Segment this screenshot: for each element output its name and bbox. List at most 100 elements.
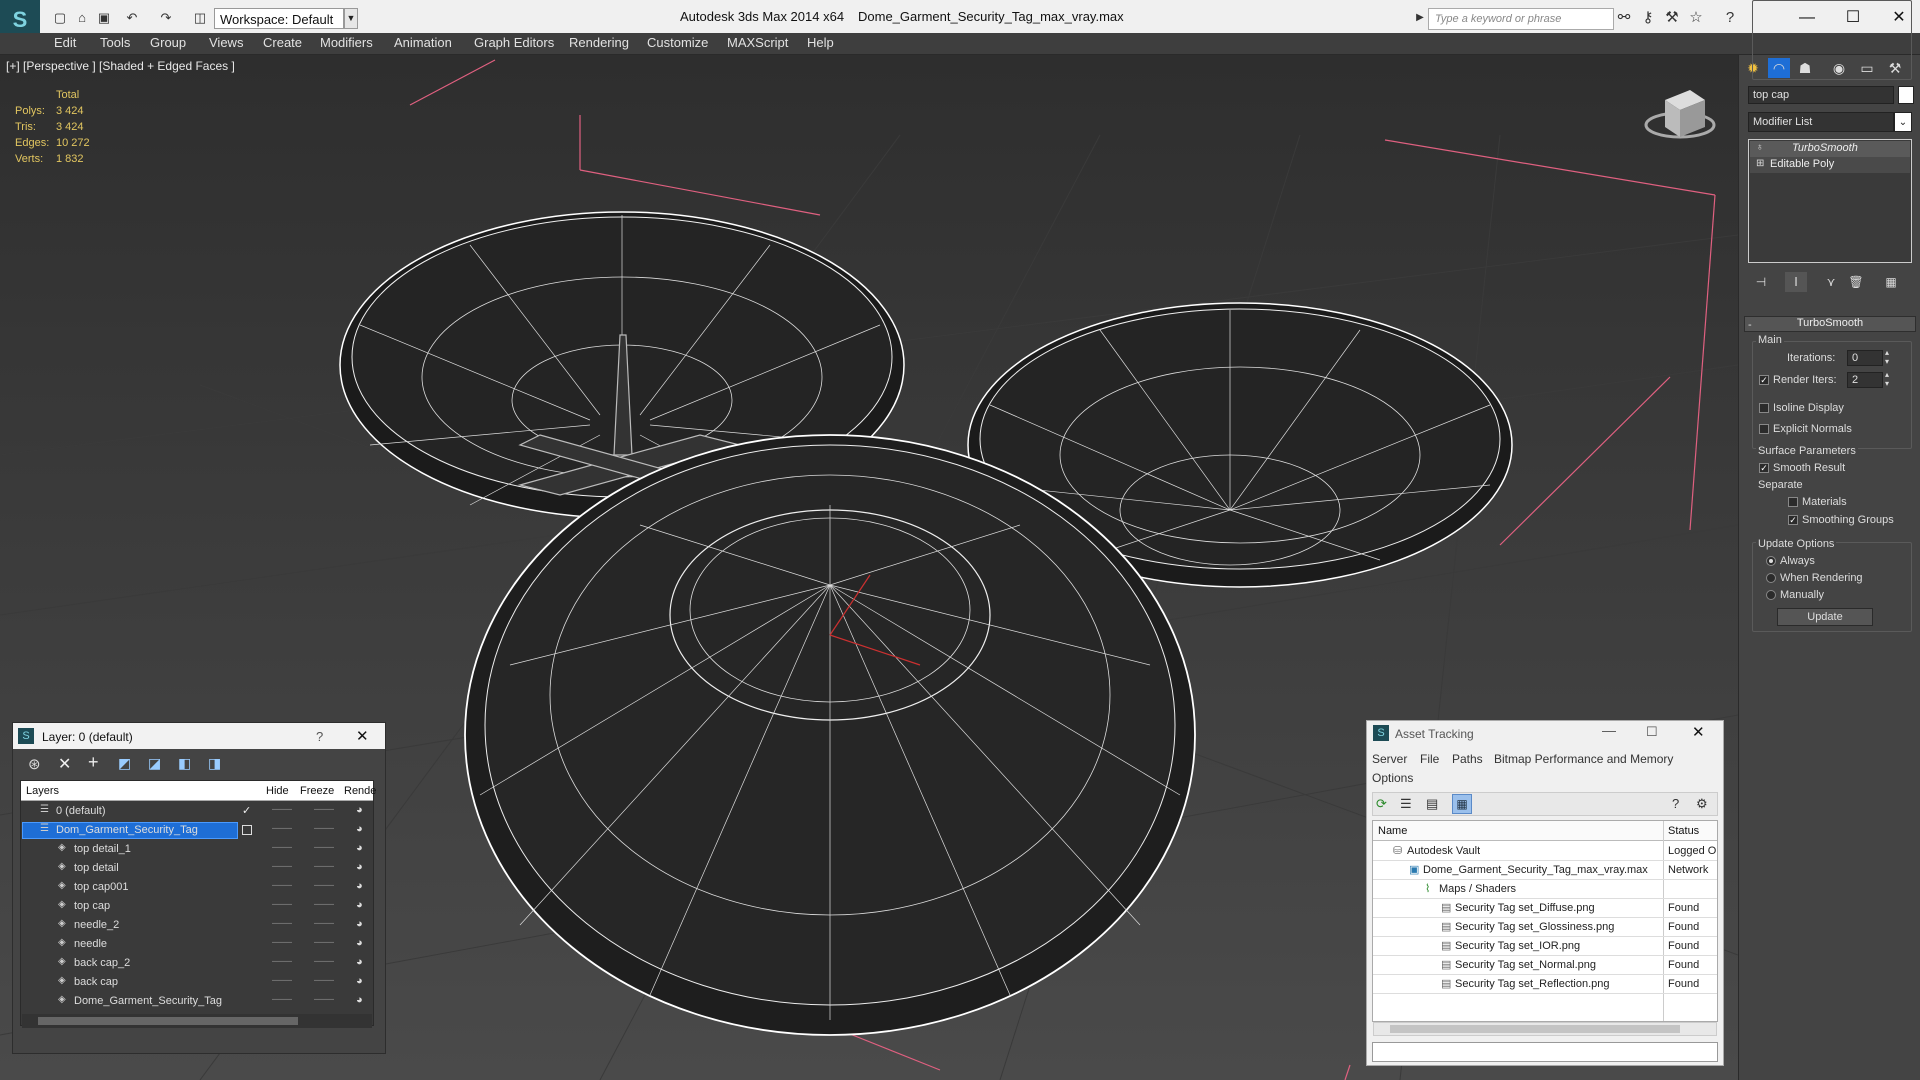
freeze-toggle[interactable]: —— xyxy=(314,899,334,910)
iterations-spinner[interactable]: 0 xyxy=(1847,350,1883,366)
modifier-list-dropdown[interactable]: Modifier List xyxy=(1748,112,1894,132)
layer-toolbar-add-icon[interactable]: ⊛ xyxy=(28,755,41,773)
remove-modifier-icon[interactable]: 🗑 xyxy=(1845,272,1867,292)
asset-menu-options[interactable]: Options xyxy=(1372,771,1413,785)
redo-icon[interactable]: ↷ xyxy=(156,9,176,27)
menu-rendering[interactable]: Rendering xyxy=(569,35,629,50)
freeze-toggle[interactable]: —— xyxy=(314,994,334,1005)
layer-row[interactable]: ◈ back cap —— —— ◕ xyxy=(22,973,372,992)
asset-row[interactable]: ⛁ Autodesk Vault Logged O xyxy=(1373,842,1717,861)
hide-toggle[interactable]: —— xyxy=(272,899,292,910)
render-toggle-icon[interactable]: ◕ xyxy=(356,823,363,835)
render-toggle-icon[interactable]: ◕ xyxy=(356,861,363,873)
help-icon[interactable]: ? xyxy=(1720,9,1740,27)
expand-arrow-icon[interactable]: ▶ xyxy=(1410,9,1430,27)
asset-row[interactable]: ▤ Security Tag set_Glossiness.png Found xyxy=(1373,918,1717,937)
hide-toggle[interactable]: —— xyxy=(272,804,292,815)
help-icon[interactable]: ? xyxy=(1672,796,1679,811)
lightbulb-icon[interactable]: ♁ xyxy=(1756,142,1764,153)
create-layer-icon[interactable]: + xyxy=(88,752,99,773)
key-icon[interactable]: ⚷ xyxy=(1638,9,1658,27)
highlight-layer-icon[interactable]: ◪ xyxy=(148,755,161,772)
layer-row[interactable]: ☰ 0 (default) ✓ —— —— ◕ xyxy=(22,802,372,821)
menu-tools[interactable]: Tools xyxy=(100,35,130,50)
freeze-toggle[interactable]: —— xyxy=(314,918,334,929)
asset-menu-paths[interactable]: Paths xyxy=(1452,752,1483,766)
asset-row[interactable]: ▤ Security Tag set_Diffuse.png Found xyxy=(1373,899,1717,918)
smoothing-groups-checkbox[interactable]: ✓ xyxy=(1788,515,1798,526)
new-file-icon[interactable]: ▢ xyxy=(50,9,70,27)
render-toggle-icon[interactable]: ◕ xyxy=(356,937,363,949)
chevron-down-icon[interactable]: ▼ xyxy=(344,8,358,29)
render-toggle-icon[interactable]: ◕ xyxy=(356,956,363,968)
save-icon[interactable]: ▣ xyxy=(94,9,114,27)
layer-row[interactable]: ◈ back cap_2 —— —— ◕ xyxy=(22,954,372,973)
smoothing-groups-row[interactable]: ✓ Smoothing Groups xyxy=(1788,514,1894,526)
spinner-arrows-icon[interactable]: ▴ ▾ xyxy=(1885,348,1889,366)
scrollbar-thumb[interactable] xyxy=(38,1017,298,1025)
chevron-down-icon[interactable]: ⌄ xyxy=(1894,112,1912,132)
close-icon[interactable]: ✕ xyxy=(1692,723,1705,741)
asset-row[interactable]: ▤ Security Tag set_Normal.png Found xyxy=(1373,956,1717,975)
render-toggle-icon[interactable]: ◕ xyxy=(356,918,363,930)
object-color-swatch[interactable] xyxy=(1898,86,1914,104)
minimize-icon[interactable]: — xyxy=(1602,722,1616,738)
tools-icon[interactable]: ⚒ xyxy=(1662,9,1682,27)
menu-help[interactable]: Help xyxy=(807,35,834,50)
render-toggle-icon[interactable]: ◕ xyxy=(356,899,363,911)
list-view-icon[interactable]: ☰ xyxy=(1400,796,1412,812)
isoline-checkbox[interactable] xyxy=(1759,403,1769,414)
settings-icon[interactable]: ⚙ xyxy=(1696,796,1708,812)
menu-views[interactable]: Views xyxy=(209,35,243,50)
rollout-collapse-icon[interactable]: - xyxy=(1748,319,1752,331)
freeze-all-layers-icon[interactable]: ◨ xyxy=(208,755,221,772)
when-rendering-row[interactable]: When Rendering xyxy=(1766,572,1863,584)
render-toggle-icon[interactable]: ◕ xyxy=(356,842,363,854)
hide-toggle[interactable]: —— xyxy=(272,937,292,948)
explicit-normals-row[interactable]: Explicit Normals xyxy=(1759,423,1852,435)
menu-group[interactable]: Group xyxy=(150,35,186,50)
maximize-icon[interactable]: ☐ xyxy=(1646,724,1658,740)
scrollbar-thumb[interactable] xyxy=(1390,1025,1680,1033)
hide-toggle[interactable]: —— xyxy=(272,975,292,986)
layer-row[interactable]: ◈ needle —— —— ◕ xyxy=(22,935,372,954)
workspace-dropdown[interactable]: Workspace: Default xyxy=(214,8,344,29)
name-column-header[interactable]: Name xyxy=(1378,825,1407,837)
freeze-toggle[interactable]: —— xyxy=(314,842,334,853)
asset-menu-server[interactable]: Server xyxy=(1372,752,1407,766)
horizontal-scrollbar[interactable] xyxy=(22,1014,372,1028)
configure-sets-icon[interactable]: ▦ xyxy=(1880,272,1902,292)
pin-stack-icon[interactable]: ⊣ xyxy=(1750,272,1772,292)
star-icon[interactable]: ☆ xyxy=(1686,9,1706,27)
viewport-label[interactable]: [+] [Perspective ] [Shaded + Edged Faces… xyxy=(6,59,235,73)
layer-row[interactable]: ◈ top detail —— —— ◕ xyxy=(22,859,372,878)
freeze-toggle[interactable]: —— xyxy=(314,861,334,872)
asset-menu-file[interactable]: File xyxy=(1420,752,1439,766)
when-rendering-radio[interactable] xyxy=(1766,573,1776,584)
smooth-result-row[interactable]: ✓ Smooth Result xyxy=(1759,462,1845,474)
close-icon[interactable]: ✕ xyxy=(356,727,369,745)
hide-toggle[interactable]: —— xyxy=(272,880,292,891)
object-name-field[interactable]: top cap xyxy=(1748,86,1894,104)
materials-checkbox[interactable] xyxy=(1788,497,1798,508)
status-column-header[interactable]: Status xyxy=(1668,825,1699,837)
asset-row[interactable]: ▣ Dome_Garment_Security_Tag_max_vray.max N… xyxy=(1373,861,1717,880)
render-iters-checkbox[interactable]: ✓ xyxy=(1759,375,1769,386)
layer-row[interactable]: ◈ Dome_Garment_Security_Tag —— —— ◕ xyxy=(22,992,372,1011)
render-toggle-icon[interactable]: ◕ xyxy=(356,994,363,1006)
menu-edit[interactable]: Edit xyxy=(54,35,76,50)
hide-toggle[interactable]: —— xyxy=(272,918,292,929)
project-folder-icon[interactable]: ◫ xyxy=(190,9,210,27)
manually-row[interactable]: Manually xyxy=(1766,589,1824,601)
binoculars-icon[interactable]: ⚯ xyxy=(1614,9,1634,27)
asset-horizontal-scrollbar[interactable] xyxy=(1373,1022,1717,1036)
freeze-toggle[interactable]: —— xyxy=(314,880,334,891)
current-layer-check-icon[interactable]: ✓ xyxy=(242,804,251,817)
menu-animation[interactable]: Animation xyxy=(394,35,452,50)
set-current-layer-icon[interactable] xyxy=(242,825,252,835)
undo-icon[interactable]: ↶ xyxy=(122,9,142,27)
open-file-icon[interactable]: ⌂ xyxy=(72,9,92,27)
hide-all-layers-icon[interactable]: ◧ xyxy=(178,755,191,772)
select-layer-icon[interactable]: ◩ xyxy=(118,755,131,772)
delete-layer-icon[interactable]: ✕ xyxy=(58,754,71,774)
